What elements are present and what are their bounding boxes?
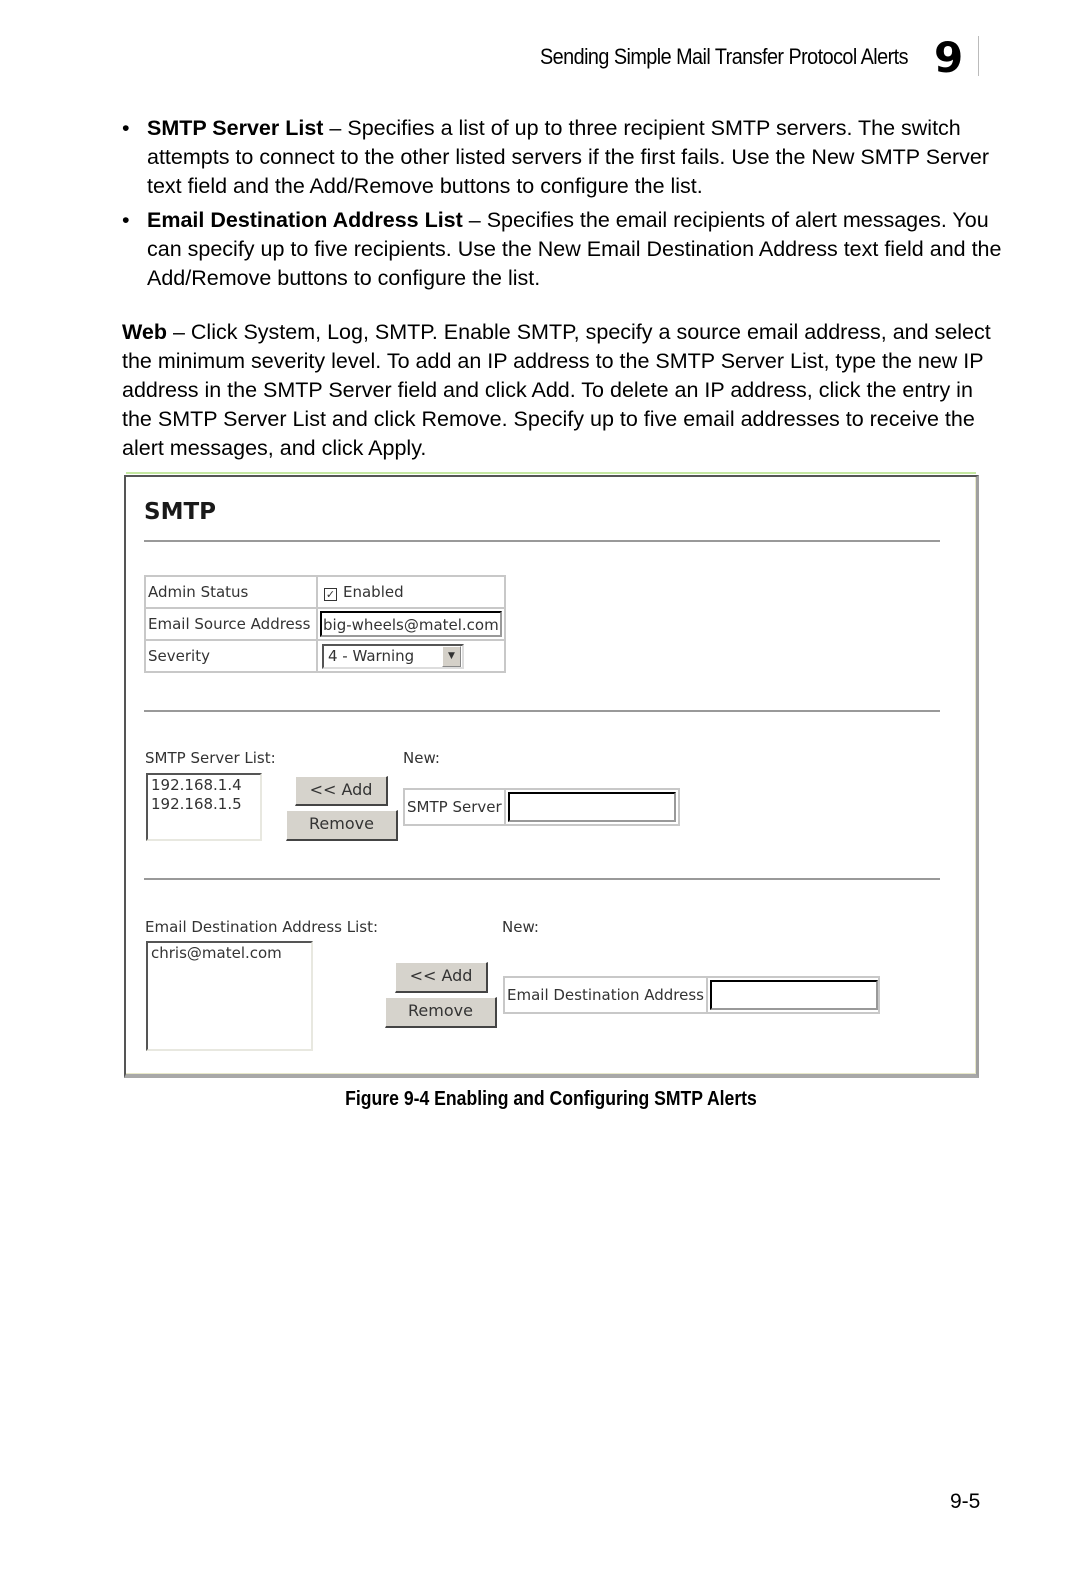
figure-caption: Figure 9-4 Enabling and Configuring SMTP…	[345, 1088, 757, 1110]
source-address-input[interactable]: big-wheels@matel.com	[320, 611, 502, 637]
divider	[144, 540, 940, 542]
severity-selected-value: 4 - Warning	[328, 647, 415, 665]
email-destination-remove-button[interactable]: Remove	[385, 997, 497, 1028]
source-address-row: Email Source Address big-wheels@matel.co…	[144, 607, 506, 641]
web-term: Web	[122, 320, 167, 344]
list-item[interactable]: chris@matel.com	[151, 944, 308, 963]
list-item[interactable]: 192.168.1.4	[151, 776, 257, 795]
admin-status-checkbox-label: Enabled	[343, 583, 404, 601]
smtp-server-new-label: New:	[403, 749, 440, 767]
email-destination-list-label: Email Destination Address List:	[145, 918, 379, 936]
admin-status-checkbox[interactable]: ✓	[324, 588, 337, 601]
divider	[144, 710, 940, 712]
web-text: – Click System, Log, SMTP. Enable SMTP, …	[122, 320, 991, 460]
admin-status-row: Admin Status ✓ Enabled	[144, 575, 506, 609]
email-destination-new-label: New:	[502, 918, 539, 936]
severity-select[interactable]: 4 - Warning ▼	[322, 643, 464, 669]
bullet-smtp-server-list: SMTP Server List – Specifies a list of u…	[122, 114, 1002, 201]
chevron-down-icon[interactable]: ▼	[442, 645, 461, 667]
admin-status-label: Admin Status	[144, 575, 318, 609]
severity-label: Severity	[144, 639, 318, 673]
bullet-email-destination-list: Email Destination Address List – Specifi…	[122, 206, 1002, 293]
severity-row: Severity 4 - Warning ▼	[144, 639, 506, 673]
new-smtp-server-box: SMTP Server	[403, 788, 680, 826]
source-address-label: Email Source Address	[144, 607, 318, 641]
smtp-server-listbox[interactable]: 192.168.1.4 192.168.1.5	[146, 773, 262, 841]
bullet-term: SMTP Server List	[147, 116, 324, 140]
definition-list: SMTP Server List – Specifies a list of u…	[122, 114, 1002, 298]
smtp-server-add-button[interactable]: << Add	[295, 776, 388, 806]
page-number: 9-5	[950, 1490, 981, 1513]
chapter-number: 9	[934, 36, 979, 80]
smtp-server-field-label: SMTP Server	[405, 790, 506, 824]
smtp-server-input[interactable]	[507, 792, 676, 822]
email-destination-field-label: Email Destination Address	[505, 978, 708, 1012]
email-destination-add-button[interactable]: << Add	[395, 962, 488, 993]
email-destination-input[interactable]	[709, 980, 878, 1010]
smtp-page-title: SMTP	[144, 499, 216, 525]
smtp-server-list-label: SMTP Server List:	[145, 749, 276, 767]
web-instructions: Web – Click System, Log, SMTP. Enable SM…	[122, 318, 992, 463]
smtp-server-remove-button[interactable]: Remove	[286, 810, 398, 841]
running-header-title: Sending Simple Mail Transfer Protocol Al…	[539, 44, 909, 69]
smtp-figure: SMTP Admin Status ✓ Enabled Email Source …	[124, 472, 979, 1078]
divider	[144, 878, 940, 880]
bullet-term: Email Destination Address List	[147, 208, 463, 232]
email-destination-listbox[interactable]: chris@matel.com	[146, 941, 313, 1051]
list-item[interactable]: 192.168.1.5	[151, 795, 257, 814]
smtp-settings-table: Admin Status ✓ Enabled Email Source Addre…	[144, 575, 506, 673]
new-email-destination-box: Email Destination Address	[503, 976, 880, 1014]
